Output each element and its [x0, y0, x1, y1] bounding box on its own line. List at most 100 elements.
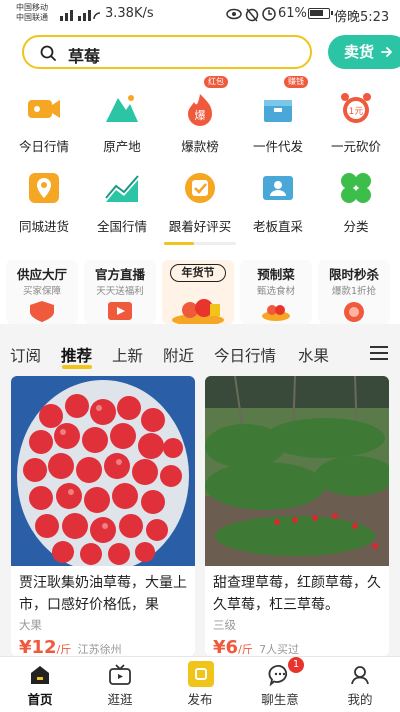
gift-basket-icon: [172, 299, 224, 324]
sell-button-label: 卖货: [344, 43, 375, 61]
carrier-info: 中国移动 中国联通: [16, 3, 48, 23]
promo-title: 供应大厅: [16, 267, 67, 282]
category-label: 爆款榜: [181, 139, 219, 154]
promo-subtitle: 天天送福利: [96, 286, 144, 297]
clock-icon: [262, 7, 276, 21]
search-query: 草莓: [68, 47, 101, 66]
tab-fade: [346, 342, 362, 366]
promo-flash-sale[interactable]: 限时秒杀 爆款1折抢: [318, 260, 390, 324]
status-time: 傍晚5:23: [334, 10, 390, 25]
product-price: ¥6/斤 7人买过: [213, 637, 299, 656]
category-hot-list[interactable]: 爆 红包 爆款榜: [162, 76, 238, 156]
nav-profile[interactable]: 我的: [320, 657, 400, 712]
eye-icon: [226, 8, 242, 20]
category-label: 今日行情: [18, 139, 69, 154]
category-label: 全国行情: [96, 219, 147, 234]
promo-title: 预制菜: [257, 267, 295, 282]
category-grid: 今日行情 原产地 爆 红包 爆款榜 赚钱 一件代发 1元 一元砍价 同城进货 全…: [0, 76, 400, 252]
promo-prepared-food[interactable]: 预制菜 甄选食材: [240, 260, 312, 324]
nav-chat[interactable]: 1 聊生意: [240, 657, 320, 712]
category-national-market[interactable]: 全国行情: [84, 160, 160, 236]
promo-official-live[interactable]: 官方直播 天天送福利: [84, 260, 156, 324]
nav-label: 发布: [187, 692, 213, 707]
tv-icon: [109, 664, 131, 685]
home-icon: [31, 666, 49, 684]
search-input[interactable]: 草莓: [22, 35, 312, 69]
promo-subtitle: 爆款1折抢: [331, 286, 377, 297]
tab-fruit[interactable]: 水果: [298, 344, 329, 366]
promo-title: 年货节: [170, 264, 226, 282]
alarm-off-icon: [245, 8, 259, 22]
carrier-2: 中国联通: [16, 13, 48, 22]
tab-nearby[interactable]: 附近: [163, 344, 194, 366]
category-label: 一件代发: [252, 139, 303, 154]
category-local-wholesale[interactable]: 同城进货: [6, 160, 82, 236]
promo-subtitle: 买家保障: [22, 286, 61, 297]
trend-chart-icon: [105, 175, 139, 202]
category-label: 老板直采: [252, 219, 303, 234]
clover-icon: [341, 173, 371, 203]
tab-market-today[interactable]: 今日行情: [214, 344, 276, 366]
nav-publish[interactable]: 发布: [160, 657, 240, 712]
price-value: ¥12: [19, 637, 57, 656]
carrier-1: 中国移动: [16, 3, 48, 12]
category-dropship[interactable]: 赚钱 一件代发: [240, 76, 316, 156]
category-boss-purchase[interactable]: 老板直采: [240, 160, 316, 236]
profile-icon: [351, 666, 369, 685]
menu-icon[interactable]: [370, 346, 388, 360]
promo-title: 限时秒杀: [328, 267, 379, 282]
video-camera-icon: [28, 100, 60, 118]
status-bar: 中国移动 中国联通 3.38K/s 61% 傍晚5:23: [0, 0, 400, 28]
shield-icon: [30, 301, 54, 322]
publish-icon: [188, 661, 214, 687]
tab-recommended[interactable]: 推荐: [61, 344, 92, 366]
product-image-strawberries: [11, 376, 195, 566]
tab-subscribe[interactable]: 订阅: [10, 344, 41, 366]
fire-icon: 爆: [188, 94, 212, 126]
category-label: 同城进货: [18, 219, 69, 234]
nav-label: 我的: [347, 692, 373, 707]
promo-supply-hall[interactable]: 供应大厅 买家保障: [6, 260, 78, 324]
alarm-clock-icon: 1元: [341, 93, 371, 123]
battery-percent: 61%: [278, 6, 307, 21]
product-meta: 三级: [213, 618, 236, 632]
price-extra: 7人买过: [259, 643, 300, 656]
product-price: ¥12/斤 江苏徐州: [19, 637, 122, 656]
feed-tabs: 订阅 推荐 上新 附近 今日行情 水果: [0, 332, 400, 372]
nav-label: 首页: [27, 692, 53, 707]
category-label: 分类: [343, 219, 369, 234]
nav-browse[interactable]: 逛逛: [80, 657, 160, 712]
mountain-icon: [106, 95, 138, 122]
promo-subtitle: 甄选食材: [256, 286, 295, 297]
nav-home[interactable]: 首页: [0, 657, 80, 712]
product-image-greenhouse: [205, 376, 389, 566]
price-extra: 江苏徐州: [77, 643, 122, 656]
category-tag: 红包: [204, 76, 228, 88]
svg-text:1元: 1元: [349, 107, 364, 117]
category-market-today[interactable]: 今日行情: [6, 80, 82, 156]
promo-row: 供应大厅 买家保障 官方直播 天天送福利 年货节 预制菜 甄选食材 限时秒杀 爆…: [0, 252, 400, 324]
category-top-rated[interactable]: 跟着好评买: [162, 160, 238, 236]
sale-item-icon: [344, 302, 364, 322]
category-origin[interactable]: 原产地: [84, 80, 160, 156]
category-all[interactable]: 分类: [318, 160, 394, 236]
rating-badge-icon: [185, 173, 215, 203]
sell-button[interactable]: 卖货: [328, 35, 400, 69]
nav-label: 逛逛: [107, 692, 133, 707]
battery-icon: [308, 8, 333, 19]
tab-new[interactable]: 上新: [112, 344, 143, 366]
product-card[interactable]: 甜查理草莓，红颜草莓，久久草莓，杠三草莓。 三级 ¥6/斤 7人买过: [205, 376, 389, 656]
promo-title: 官方直播: [94, 267, 145, 282]
category-bargain[interactable]: 1元 一元砍价: [318, 80, 394, 156]
network-speed: 3.38K/s: [105, 6, 154, 21]
product-title: 贾汪耿集奶油草莓，大量上市，口感好价格低，果: [19, 575, 187, 613]
product-title: 甜查理草莓，红颜草莓，久久草莓，杠三草莓。: [213, 575, 381, 613]
signal-icon: [60, 10, 100, 21]
nav-label: 聊生意: [261, 692, 299, 707]
header: 草莓 卖货: [0, 28, 400, 80]
product-card[interactable]: 贾汪耿集奶油草莓，大量上市，口感好价格低，果 大果 ¥12/斤 江苏徐州: [11, 376, 195, 656]
bottom-nav: 首页 逛逛 发布 1 聊生意 我的: [0, 656, 400, 712]
price-unit: /斤: [238, 643, 253, 656]
category-label: 跟着好评买: [168, 219, 232, 234]
promo-new-year-festival[interactable]: 年货节: [162, 260, 234, 324]
